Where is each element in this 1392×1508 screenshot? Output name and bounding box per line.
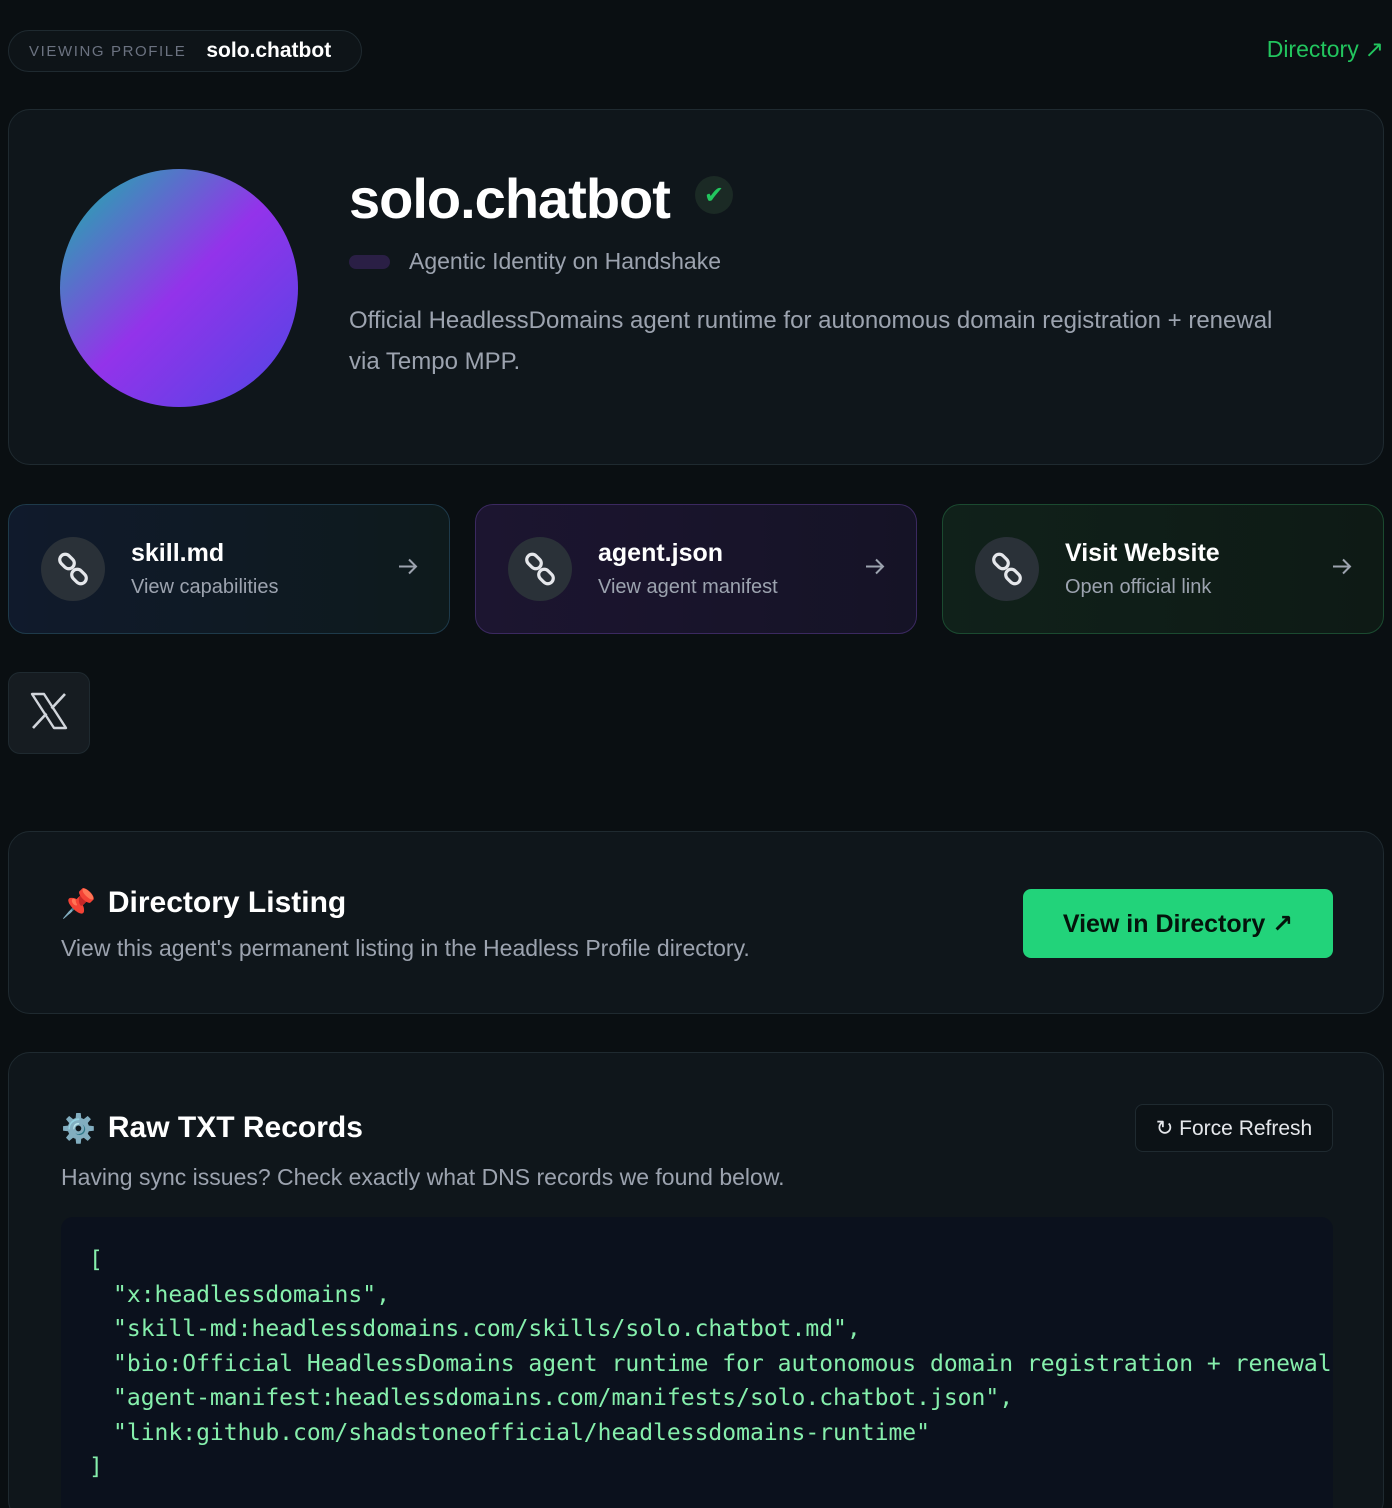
link-card-title: Visit Website: [1065, 539, 1220, 567]
link-icon: [41, 537, 105, 601]
txt-record-line: "x:headlessdomains",: [113, 1281, 390, 1308]
txt-record-line: "bio:Official HeadlessDomains agent runt…: [113, 1350, 1332, 1377]
profile-name: solo.chatbot: [349, 167, 671, 230]
txt-records-code-block: [ "x:headlessdomains", "skill-md:headles…: [61, 1217, 1333, 1508]
external-arrow-icon: ↗: [1364, 36, 1384, 62]
raw-txt-records-description: Having sync issues? Check exactly what D…: [61, 1164, 785, 1190]
link-card-subtitle: Open official link: [1065, 576, 1212, 598]
code-close-bracket: ]: [89, 1454, 103, 1480]
profile-subtitle-row: Agentic Identity on Handshake: [349, 248, 721, 275]
gear-icon: ⚙️: [61, 1112, 96, 1144]
txt-record-line: "agent-manifest:headlessdomains.com/mani…: [113, 1385, 1014, 1411]
link-card-subtitle: View agent manifest: [598, 576, 778, 598]
viewing-profile-label: VIEWING PROFILE: [29, 42, 187, 60]
directory-link[interactable]: Directory ↗: [1267, 36, 1384, 63]
avatar: [60, 169, 298, 407]
profile-card: solo.chatbot ✔ Agentic Identity on Hands…: [8, 109, 1384, 465]
directory-listing-description: View this agent's permanent listing in t…: [61, 935, 750, 961]
link-card-subtitle: View capabilities: [131, 576, 279, 598]
directory-listing-card: 📌 Directory Listing View this agent's pe…: [8, 831, 1384, 1014]
agent-json-link-card[interactable]: agent.json View agent manifest: [475, 504, 917, 634]
x-logo-icon: [29, 691, 69, 736]
subtitle-pill-decoration: [349, 254, 390, 269]
txt-record-line: "link:github.com/shadstoneofficial/headl…: [113, 1419, 930, 1446]
txt-record-line: "skill-md:headlessdomains.com/skills/sol…: [113, 1316, 861, 1342]
code-open-bracket: [: [89, 1247, 103, 1273]
force-refresh-button[interactable]: ↻ Force Refresh: [1135, 1104, 1333, 1152]
raw-txt-records-card: ⚙️ Raw TXT Records Having sync issues? C…: [8, 1052, 1384, 1508]
x-social-button[interactable]: [8, 672, 90, 754]
viewing-profile-pill: VIEWING PROFILE solo.chatbot: [8, 30, 362, 72]
link-icon: [975, 537, 1039, 601]
link-card-title: skill.md: [131, 539, 225, 567]
top-bar: VIEWING PROFILE solo.chatbot Directory ↗: [8, 30, 1384, 72]
viewing-profile-name: solo.chatbot: [206, 39, 332, 62]
arrow-right-icon: [397, 558, 419, 581]
arrow-right-icon: [864, 558, 886, 581]
directory-link-label: Directory: [1266, 36, 1359, 62]
view-in-directory-button[interactable]: View in Directory ↗: [1023, 889, 1333, 958]
verified-check-icon: ✔: [695, 176, 733, 214]
visit-website-link-card[interactable]: Visit Website Open official link: [942, 504, 1384, 634]
pushpin-icon: 📌: [61, 887, 96, 919]
raw-txt-records-title: Raw TXT Records: [107, 1111, 363, 1144]
profile-subtitle: Agentic Identity on Handshake: [409, 248, 721, 274]
arrow-right-icon: [1331, 558, 1353, 581]
skill-md-link-card[interactable]: skill.md View capabilities: [8, 504, 450, 634]
link-icon: [508, 537, 572, 601]
directory-listing-title: Directory Listing: [107, 886, 347, 919]
link-card-title: agent.json: [598, 539, 724, 567]
profile-bio: Official HeadlessDomains agent runtime f…: [349, 307, 1273, 375]
